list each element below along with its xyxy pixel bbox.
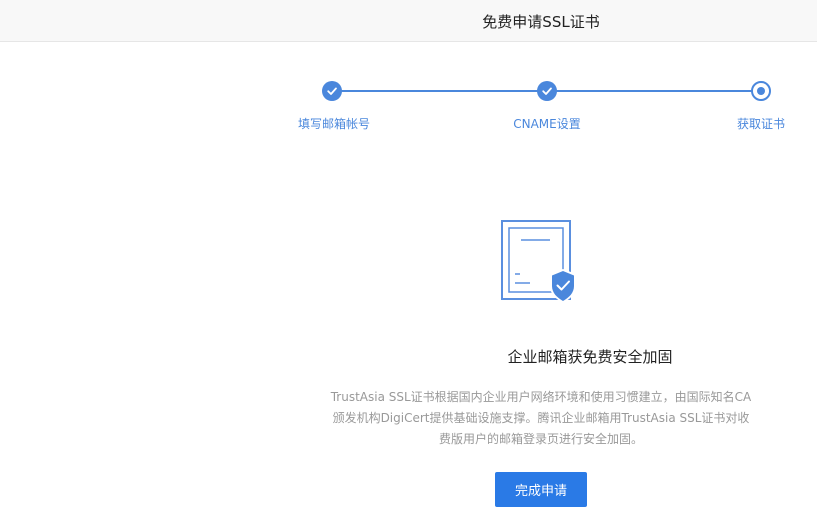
step-1-label: 填写邮箱帐号 bbox=[297, 117, 371, 131]
headline: 企业邮箱获免费安全加固 bbox=[507, 348, 673, 366]
step-1-check-icon bbox=[322, 81, 342, 101]
progress-stepper: 填写邮箱帐号 CNAME设置 获取证书 bbox=[0, 0, 817, 140]
step-3-current-icon bbox=[751, 81, 771, 101]
step-2-check-icon bbox=[537, 81, 557, 101]
step-2-label: CNAME设置 bbox=[513, 117, 581, 131]
description-text: TrustAsia SSL证书根据国内企业用户网络环境和使用习惯建立，由国际知名… bbox=[330, 390, 752, 446]
complete-application-button[interactable]: 完成申请 bbox=[495, 472, 587, 507]
step-connector-1 bbox=[332, 90, 547, 92]
certificate-shield-icon bbox=[500, 219, 580, 309]
step-3-label: 获取证书 bbox=[736, 117, 786, 131]
step-connector-2 bbox=[547, 90, 761, 92]
